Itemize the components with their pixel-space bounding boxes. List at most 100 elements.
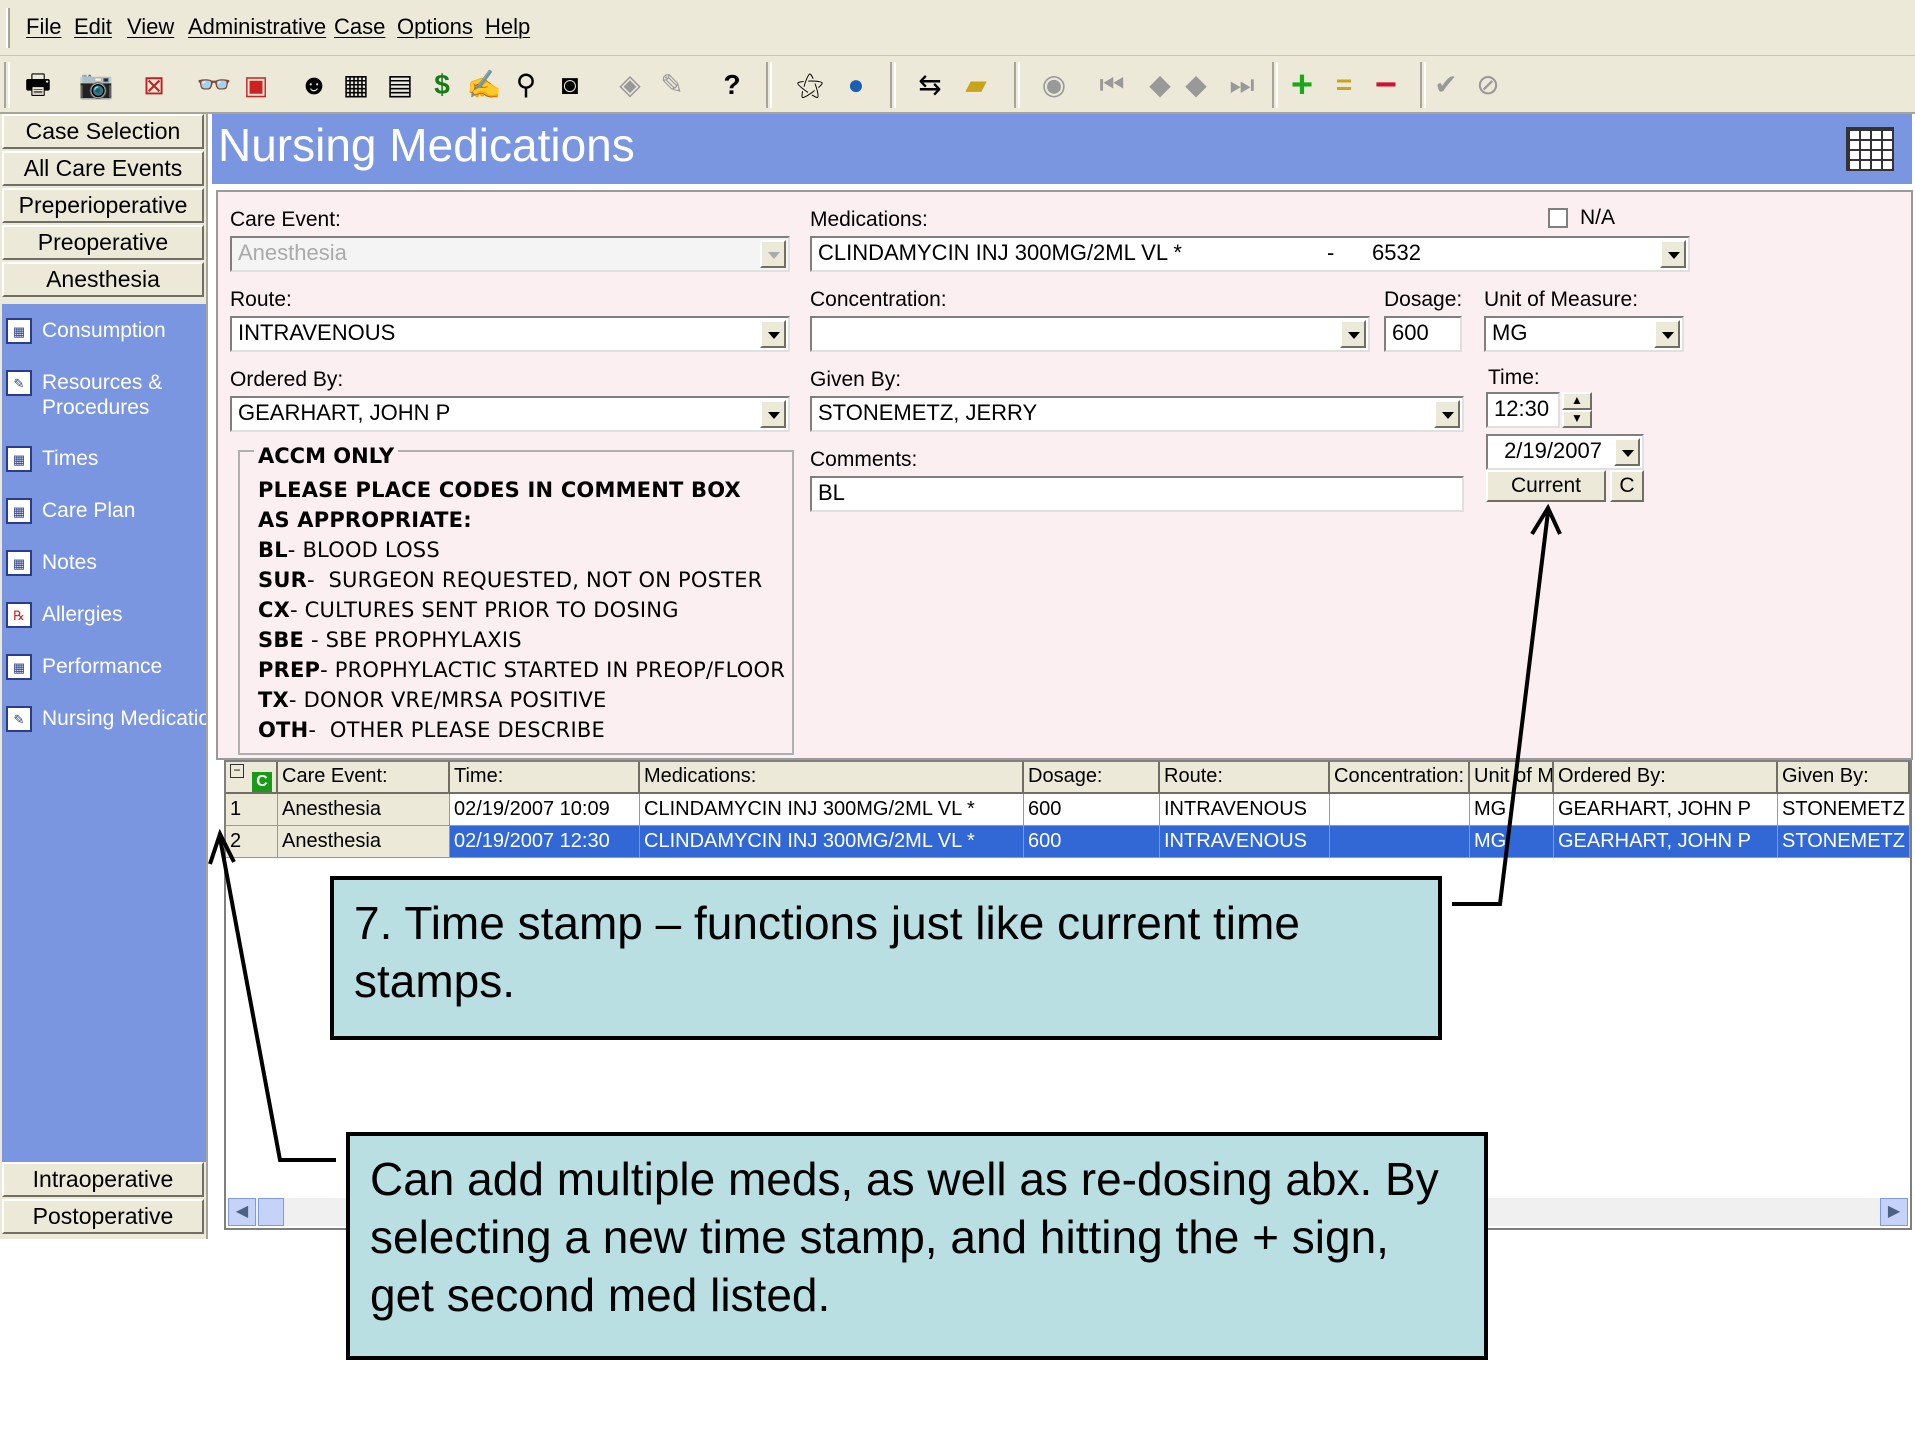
- nav-anesthesia[interactable]: Anesthesia: [2, 262, 204, 297]
- camera-icon[interactable]: 📷: [76, 65, 116, 105]
- wand-icon[interactable]: ⚝: [790, 65, 830, 105]
- nav-item-performance[interactable]: ▦ Performance: [6, 654, 206, 698]
- cancel-case-icon[interactable]: ⊠: [134, 65, 174, 105]
- search-icon[interactable]: ⚲: [506, 65, 546, 105]
- nav-item-care-plan[interactable]: ▦ Care Plan: [6, 498, 206, 542]
- concentration-select[interactable]: [810, 316, 1370, 352]
- cell-care-event[interactable]: Anesthesia: [278, 826, 450, 858]
- chevron-down-icon[interactable]: [1340, 320, 1366, 348]
- medications-select[interactable]: CLINDAMYCIN INJ 300MG/2ML VL * - 6532: [810, 236, 1690, 272]
- nav-postoperative[interactable]: Postoperative: [2, 1199, 204, 1234]
- cell-route[interactable]: INTRAVENOUS: [1160, 794, 1330, 826]
- chevron-down-icon[interactable]: [760, 400, 786, 428]
- menu-view[interactable]: View: [127, 14, 174, 40]
- date-select[interactable]: 2/19/2007: [1486, 434, 1644, 470]
- print-icon[interactable]: 🖶: [18, 65, 58, 105]
- na-checkbox[interactable]: [1548, 208, 1568, 228]
- cell-dosage[interactable]: 600: [1024, 794, 1160, 826]
- menu-edit[interactable]: Edit: [74, 14, 112, 40]
- column-header-given-by[interactable]: Given By:: [1778, 762, 1910, 794]
- nav-item-allergies[interactable]: ℞ Allergies: [6, 602, 206, 646]
- cell-concentration[interactable]: [1330, 794, 1470, 826]
- grid-view-icon[interactable]: [1846, 127, 1894, 171]
- brush-icon[interactable]: ✎: [652, 65, 692, 105]
- cell-time[interactable]: 02/19/2007 10:09: [450, 794, 640, 826]
- cell-care-event[interactable]: Anesthesia: [278, 794, 450, 826]
- nav-intraoperative[interactable]: Intraoperative: [2, 1162, 204, 1197]
- chevron-down-icon[interactable]: [1660, 240, 1686, 268]
- cell-ordered-by[interactable]: GEARHART, JOHN P: [1554, 826, 1778, 858]
- spin-up-icon[interactable]: ▲: [1562, 392, 1592, 410]
- nav-all-care-events[interactable]: All Care Events: [2, 151, 204, 186]
- nav-preoperative[interactable]: Preoperative: [2, 225, 204, 260]
- column-header-ordered-by[interactable]: Ordered By:: [1554, 762, 1778, 794]
- spin-down-icon[interactable]: ▼: [1562, 410, 1592, 428]
- cell-dosage[interactable]: 600: [1024, 826, 1160, 858]
- grid-corner[interactable]: − C: [226, 762, 278, 794]
- prev-record-icon[interactable]: ◆: [1140, 65, 1180, 105]
- ordered-by-select[interactable]: GEARHART, JOHN P: [230, 396, 790, 432]
- glasses-icon[interactable]: 👓: [194, 65, 234, 105]
- nav-item-consumption[interactable]: ▦ Consumption: [6, 318, 206, 362]
- time-spinner[interactable]: ▲ ▼: [1562, 392, 1592, 428]
- current-time-button[interactable]: Current: [1486, 470, 1606, 502]
- cell-time[interactable]: 02/19/2007 12:30: [450, 826, 640, 858]
- column-header-time[interactable]: Time:: [450, 762, 640, 794]
- cell-given-by[interactable]: STONEMETZ: [1778, 794, 1910, 826]
- column-header-route[interactable]: Route:: [1160, 762, 1330, 794]
- delete-icon[interactable]: −: [1366, 65, 1406, 105]
- nav-item-times[interactable]: ▦ Times: [6, 446, 206, 490]
- first-record-icon[interactable]: ⏮: [1092, 65, 1132, 105]
- column-header-unit-of-measure[interactable]: Unit of M: [1470, 762, 1554, 794]
- cell-medications[interactable]: CLINDAMYCIN INJ 300MG/2ML VL *: [640, 826, 1024, 858]
- menu-file[interactable]: File: [26, 14, 61, 40]
- check-icon[interactable]: ✔: [1426, 65, 1466, 105]
- comments-input[interactable]: BL: [810, 476, 1464, 512]
- add-icon[interactable]: +: [1282, 65, 1322, 105]
- report-icon[interactable]: ▣: [236, 65, 276, 105]
- menu-case[interactable]: Case: [334, 14, 385, 40]
- last-record-icon[interactable]: ⏭: [1222, 65, 1262, 105]
- patient-icon[interactable]: ☻: [294, 65, 334, 105]
- next-record-icon[interactable]: ◆: [1176, 65, 1216, 105]
- chevron-down-icon[interactable]: [1614, 438, 1640, 466]
- cell-medications[interactable]: CLINDAMYCIN INJ 300MG/2ML VL *: [640, 794, 1024, 826]
- row-number[interactable]: 2: [226, 826, 278, 858]
- nav-item-resources-procedures[interactable]: ✎ Resources & Procedures: [6, 370, 206, 419]
- user-swap-icon[interactable]: ⇆: [910, 65, 950, 105]
- sign-icon[interactable]: ✍: [464, 65, 504, 105]
- schedule-icon[interactable]: ▤: [380, 65, 420, 105]
- cell-concentration[interactable]: [1330, 826, 1470, 858]
- nav-item-notes[interactable]: ▦ Notes: [6, 550, 206, 594]
- cell-route[interactable]: INTRAVENOUS: [1160, 826, 1330, 858]
- chevron-down-icon[interactable]: [1654, 320, 1680, 348]
- collapse-icon[interactable]: −: [230, 764, 244, 778]
- column-header-medications[interactable]: Medications:: [640, 762, 1024, 794]
- notepad-icon[interactable]: ▰: [956, 65, 996, 105]
- given-by-select[interactable]: STONEMETZ, JERRY: [810, 396, 1464, 432]
- equal-icon[interactable]: =: [1324, 65, 1364, 105]
- menu-administrative[interactable]: Administrative: [188, 14, 326, 40]
- clear-time-button[interactable]: C: [1610, 470, 1644, 502]
- cell-unit[interactable]: MG: [1470, 826, 1554, 858]
- chevron-down-icon[interactable]: [760, 320, 786, 348]
- help-icon[interactable]: ?: [712, 65, 752, 105]
- cell-given-by[interactable]: STONEMETZ: [1778, 826, 1910, 858]
- eraser-icon[interactable]: ◈: [610, 65, 650, 105]
- document-icon[interactable]: ◙: [550, 65, 590, 105]
- time-input[interactable]: 12:30: [1486, 392, 1560, 428]
- menu-help[interactable]: Help: [485, 14, 530, 40]
- calculator-icon[interactable]: ▦: [336, 65, 376, 105]
- cell-ordered-by[interactable]: GEARHART, JOHN P: [1554, 794, 1778, 826]
- column-header-concentration[interactable]: Concentration:: [1330, 762, 1470, 794]
- nav-case-selection[interactable]: Case Selection: [2, 114, 204, 149]
- cancel-icon[interactable]: ⊘: [1468, 65, 1508, 105]
- scroll-right-icon[interactable]: ▶: [1880, 1198, 1908, 1226]
- unit-of-measure-select[interactable]: MG: [1484, 316, 1684, 352]
- cell-unit[interactable]: MG: [1470, 794, 1554, 826]
- menu-options[interactable]: Options: [397, 14, 473, 40]
- nav-item-nursing-medications[interactable]: ✎ Nursing Medications: [6, 706, 206, 750]
- globe-icon[interactable]: ●: [836, 65, 876, 105]
- billing-icon[interactable]: $: [422, 65, 462, 105]
- column-chooser-icon[interactable]: C: [252, 772, 272, 792]
